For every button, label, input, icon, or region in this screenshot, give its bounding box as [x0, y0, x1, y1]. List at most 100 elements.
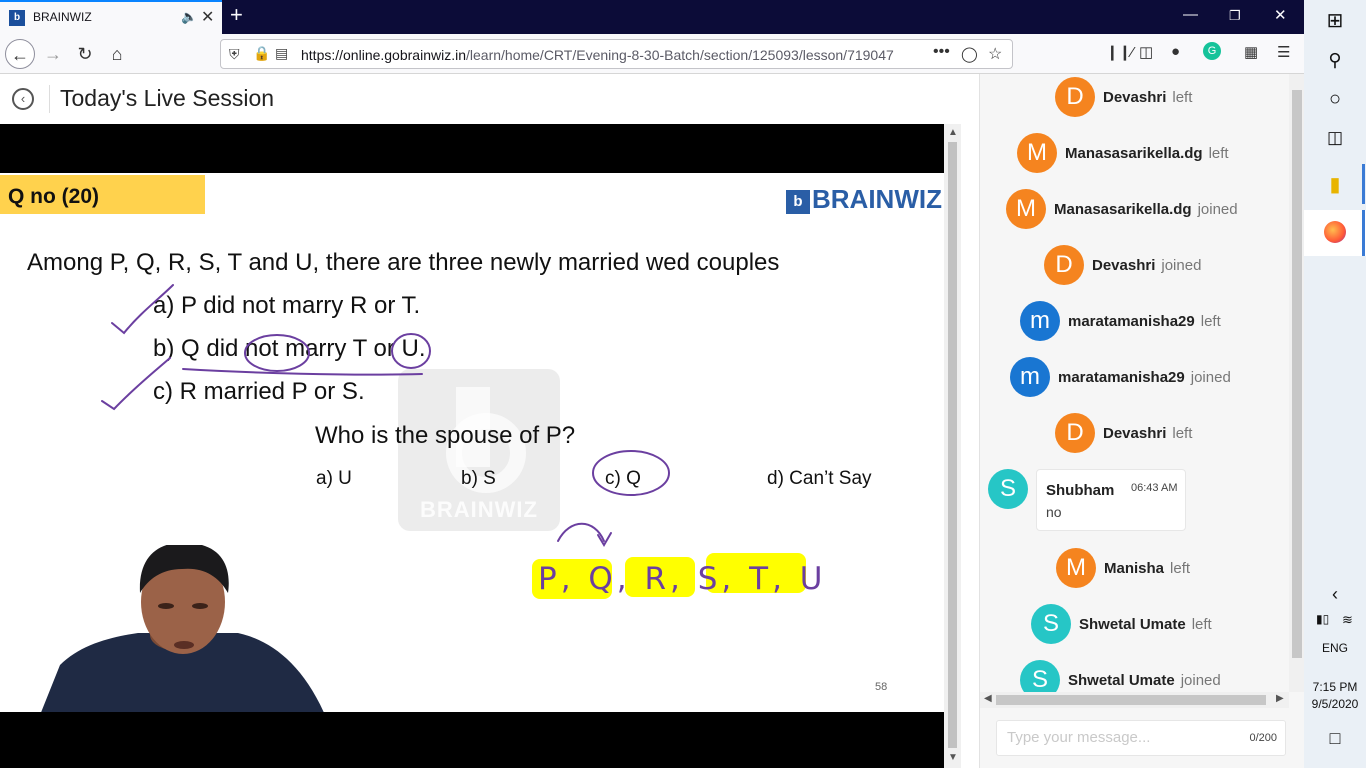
task-view-icon[interactable]: ◫	[1304, 128, 1366, 148]
video-player[interactable]: Q no (20) b BRAINWIZ BRAINWIZ Among P, Q,…	[0, 124, 944, 768]
message-time: 06:43 AM	[1131, 482, 1178, 494]
library-icon[interactable]: ❙❙⁄	[1106, 43, 1134, 61]
user-name: maratamanisha29	[1068, 313, 1195, 330]
reload-icon[interactable]: ↻	[70, 39, 100, 69]
tab-strip: b BRAINWIZ 🔈 ✕ + — ❐ ✕	[0, 0, 1304, 34]
page-header: ‹ Today's Live Session	[0, 74, 962, 124]
avatar: D	[1044, 245, 1084, 285]
windows-taskbar: ⊞ ⚲ ○ ◫ ▮ ‹ ▮▯ ≋ ENG 7:15 PM 9/5/2020 □	[1304, 0, 1366, 768]
clock-time[interactable]: 7:15 PM	[1304, 680, 1366, 694]
chat-scrollbar[interactable]	[1289, 74, 1305, 692]
scrollbar-thumb[interactable]	[1292, 90, 1302, 658]
message-text: no	[1046, 504, 1062, 520]
language-indicator[interactable]: ENG	[1304, 641, 1366, 655]
extensions-icon[interactable]: ▦	[1244, 43, 1258, 61]
lock-icon[interactable]: 🔒	[253, 45, 270, 62]
chat-message: S Shubham 06:43 AM no	[988, 469, 1188, 531]
avatar: D	[1055, 413, 1095, 453]
event-action: left	[1170, 560, 1191, 577]
url-path: /learn/home/CRT/Evening-8-30-Batch/secti…	[466, 47, 894, 63]
scroll-up-icon[interactable]: ▲	[948, 127, 958, 138]
url-bar[interactable]: ⛨ 🔒 ▤ https://online.gobrainwiz.in/learn…	[220, 39, 1013, 69]
avatar: M	[1006, 189, 1046, 229]
close-tab-icon[interactable]: ✕	[201, 7, 214, 27]
user-name: Manisha	[1104, 560, 1165, 577]
user-name: Manasasarikella.dg	[1054, 201, 1192, 218]
user-name: maratamanisha29	[1058, 369, 1185, 386]
avatar: M	[1056, 548, 1096, 588]
account-icon[interactable]: ●	[1171, 43, 1180, 60]
chevron-left-icon[interactable]: ‹	[1304, 584, 1366, 605]
avatar: D	[1055, 77, 1095, 117]
shield-icon[interactable]: ⛨	[229, 46, 240, 63]
user-name: Devashri	[1103, 89, 1167, 106]
minimize-icon[interactable]: —	[1183, 6, 1198, 23]
browser-tab[interactable]: b BRAINWIZ 🔈 ✕	[0, 0, 222, 34]
star-icon[interactable]: ☆	[988, 44, 1002, 64]
event-action: joined	[1180, 672, 1221, 689]
windows-start-icon[interactable]: ⊞	[1304, 8, 1366, 33]
url-text[interactable]: https://online.gobrainwiz.in/learn/home/…	[301, 47, 894, 63]
reader-icon[interactable]: ▤	[275, 45, 288, 62]
avatar: m	[1010, 357, 1050, 397]
message-input[interactable]	[1007, 729, 1227, 746]
new-tab-icon[interactable]: +	[230, 2, 243, 28]
user-name: Shwetal Umate	[1079, 616, 1186, 633]
page-title: Today's Live Session	[60, 85, 275, 111]
url-host: https://online.gobrainwiz.in	[301, 47, 466, 63]
search-icon[interactable]: ⚲	[1304, 50, 1366, 71]
event-action: left	[1208, 145, 1229, 162]
chat-horizontal-scrollbar[interactable]: ◀ ▶	[980, 692, 1289, 708]
divider	[49, 85, 50, 113]
tab-title: BRAINWIZ	[33, 10, 92, 24]
file-explorer-icon[interactable]: ▮	[1304, 172, 1366, 197]
wifi-icon[interactable]: ≋	[1342, 612, 1362, 628]
scrollbar-thumb[interactable]	[948, 142, 957, 748]
battery-icon[interactable]: ▮▯	[1316, 612, 1336, 626]
user-name: Devashri	[1092, 257, 1156, 274]
user-name: Shwetal Umate	[1068, 672, 1175, 689]
scroll-right-icon[interactable]: ▶	[1276, 693, 1284, 704]
speaker-icon[interactable]: 🔈	[181, 9, 197, 25]
presenter-video	[41, 545, 324, 712]
more-icon[interactable]: •••	[933, 43, 950, 61]
firefox-icon[interactable]	[1304, 221, 1366, 248]
clock-date[interactable]: 9/5/2020	[1304, 697, 1366, 711]
cortana-icon[interactable]: ○	[1304, 88, 1366, 111]
character-counter: 0/200	[1249, 732, 1277, 744]
handwritten-letters: P, Q, R, S, T, U	[538, 561, 826, 597]
grammarly-icon[interactable]: G	[1203, 42, 1221, 60]
restore-icon[interactable]: ❐	[1229, 8, 1241, 24]
forward-icon[interactable]: →	[38, 39, 68, 69]
chat-panel: D Devashri left M Manasasarikella.dg left …	[979, 74, 1305, 768]
brainwiz-favicon-icon: b	[9, 10, 25, 26]
avatar: S	[1020, 660, 1060, 692]
page-scrollbar[interactable]: ▲ ▼	[944, 124, 961, 768]
menu-icon[interactable]: ☰	[1277, 43, 1290, 61]
avatar: S	[988, 469, 1028, 509]
scrollbar-thumb[interactable]	[996, 695, 1266, 705]
notification-icon[interactable]: □	[1304, 728, 1366, 749]
lesson-slide: Q no (20) b BRAINWIZ BRAINWIZ Among P, Q,…	[0, 173, 944, 712]
chat-feed: D Devashri left M Manasasarikella.dg left …	[980, 74, 1289, 692]
event-action: left	[1172, 89, 1193, 106]
pocket-icon[interactable]: ◯	[961, 45, 978, 63]
back-icon[interactable]: ←	[5, 39, 35, 69]
sidebar-icon[interactable]: ◫	[1139, 43, 1153, 61]
message-author: Shubham	[1046, 482, 1115, 499]
user-name: Devashri	[1103, 425, 1167, 442]
home-icon[interactable]: ⌂	[102, 39, 132, 69]
scroll-down-icon[interactable]: ▼	[948, 752, 958, 763]
message-composer: 0/200	[996, 720, 1286, 756]
close-window-icon[interactable]: ✕	[1274, 6, 1287, 24]
event-action: left	[1200, 313, 1221, 330]
back-circle-icon[interactable]: ‹	[12, 88, 34, 110]
avatar: S	[1031, 604, 1071, 644]
event-action: left	[1172, 425, 1193, 442]
event-action: joined	[1190, 369, 1231, 386]
scroll-left-icon[interactable]: ◀	[984, 693, 992, 704]
message-bubble: Shubham 06:43 AM no	[1036, 469, 1186, 531]
event-action: joined	[1161, 257, 1202, 274]
avatar: m	[1020, 301, 1060, 341]
pen-strokes	[101, 284, 670, 547]
